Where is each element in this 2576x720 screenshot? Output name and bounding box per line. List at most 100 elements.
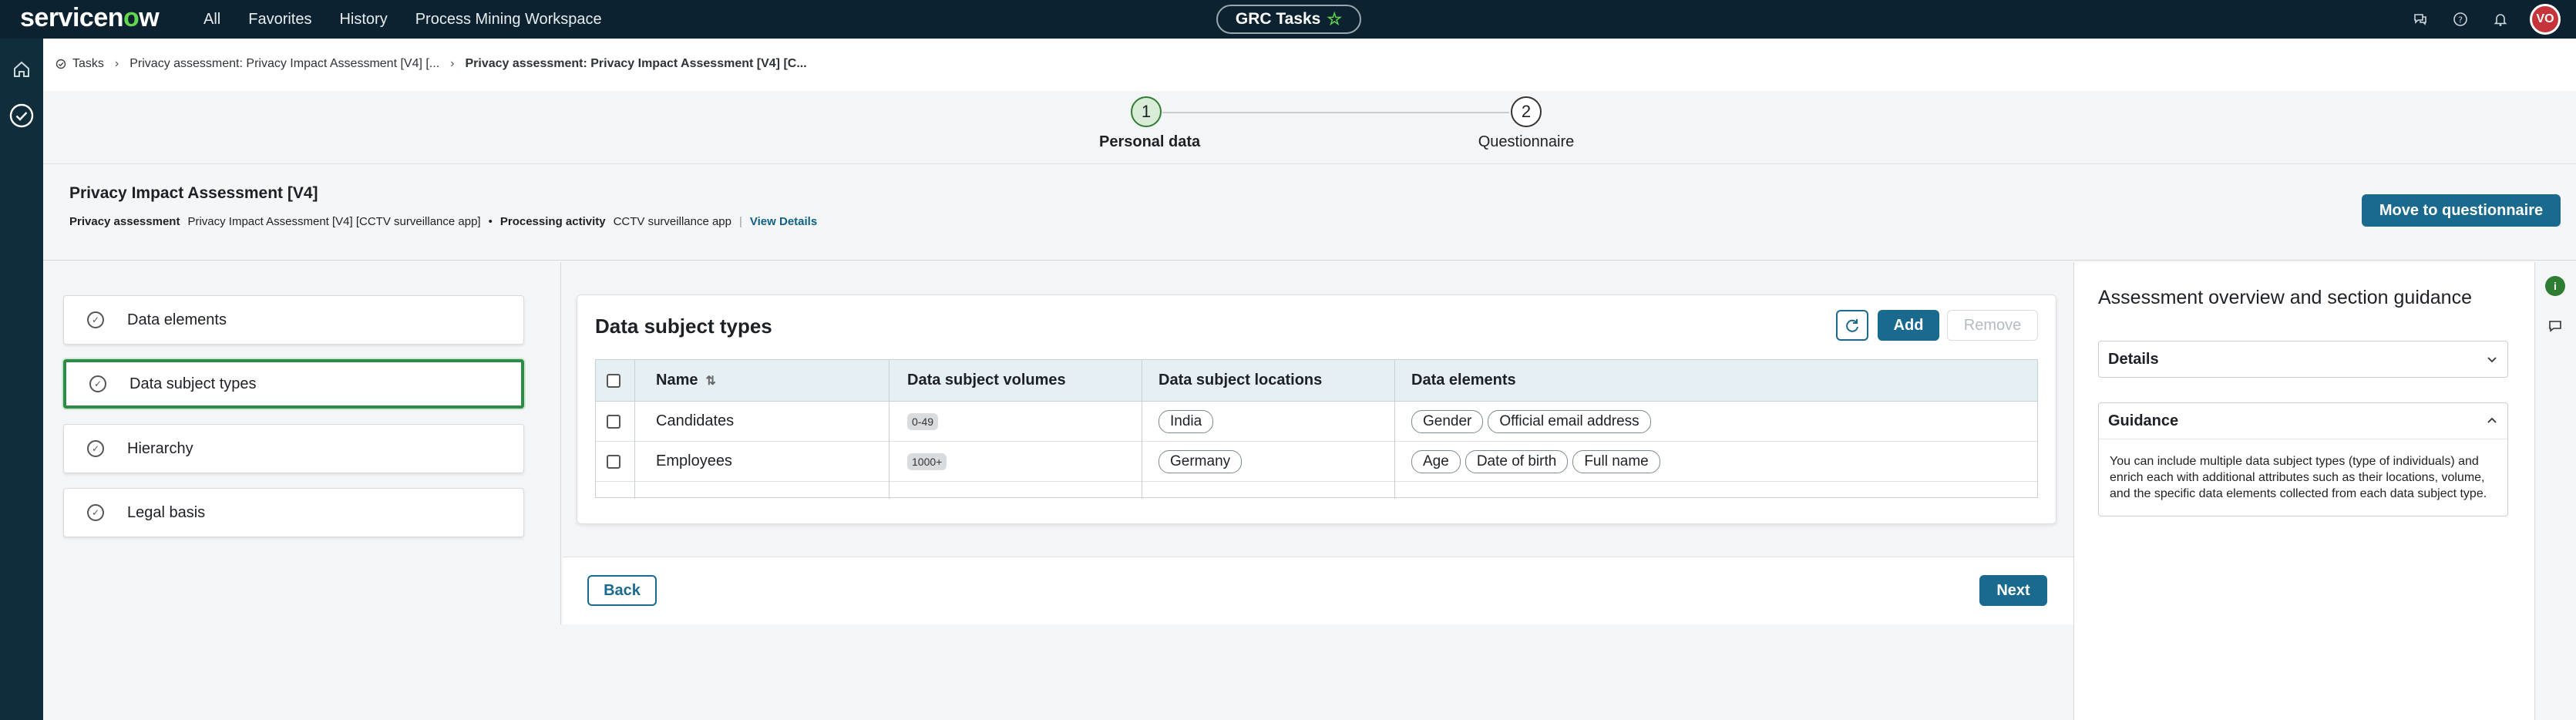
select-all-cell (607, 360, 620, 401)
workspace-pill[interactable]: GRC Tasks ☆ (1216, 5, 1361, 34)
meta-bullet: • (488, 215, 493, 228)
comment-icon[interactable] (2547, 318, 2564, 335)
data-element-tag: Official email address (1488, 409, 1651, 433)
refresh-button[interactable] (1836, 310, 1868, 341)
step-questionnaire[interactable]: 2 Questionnaire (1475, 96, 1577, 151)
help-icon[interactable]: ? (2451, 10, 2470, 29)
check-circle-icon: ✓ (87, 311, 104, 328)
step-2-number: 2 (1511, 96, 1542, 127)
location-tag: India (1159, 409, 1214, 433)
guidance-panel-title: Assessment overview and section guidance (2098, 287, 2472, 308)
select-all-checkbox[interactable] (607, 373, 620, 388)
column-locations[interactable]: Data subject locations (1159, 360, 1322, 401)
topbar-actions: ? VO (2389, 0, 2561, 39)
assessment-value: Privacy Impact Assessment [V4] [CCTV sur… (187, 215, 481, 228)
section-data-subject-types[interactable]: ✓ Data subject types (63, 359, 524, 409)
volume-badge: 0-49 (907, 412, 939, 430)
details-accordion-header[interactable]: Details (2099, 341, 2507, 377)
nav-favorites[interactable]: Favorites (248, 11, 311, 29)
remove-button[interactable]: Remove (1947, 310, 2038, 341)
next-button[interactable]: Next (1979, 575, 2047, 606)
data-element-tag: Date of birth (1465, 449, 1569, 473)
chevron-right-icon: › (450, 57, 455, 70)
location-tag: Germany (1159, 449, 1243, 473)
check-circle-icon: ✓ (87, 440, 104, 457)
column-data-elements[interactable]: Data elements (1411, 360, 1516, 401)
check-circle-icon: ✓ (87, 504, 104, 521)
main-nav: All Favorites History Process Mining Wor… (203, 0, 630, 39)
breadcrumb-area: Tasks › Privacy assessment: Privacy Impa… (43, 39, 2576, 91)
tasks-check-icon[interactable] (8, 102, 35, 130)
chat-icon[interactable] (2411, 10, 2430, 29)
column-divider (634, 360, 635, 499)
details-accordion[interactable]: Details (2098, 341, 2508, 378)
top-navigation-bar: servicenow All Favorites History Process… (0, 0, 2576, 39)
svg-text:?: ? (2458, 15, 2463, 25)
assessment-title: Privacy Impact Assessment [V4] (69, 184, 318, 202)
view-details-link[interactable]: View Details (750, 215, 817, 228)
data-element-tag: Full name (1572, 449, 1660, 473)
info-icon[interactable]: i (2545, 276, 2565, 296)
move-to-questionnaire-button[interactable]: Move to questionnaire (2362, 194, 2561, 227)
nav-all[interactable]: All (203, 11, 220, 29)
stepper-connector (1162, 112, 1509, 113)
back-button[interactable]: Back (587, 575, 657, 606)
row-name[interactable]: Employees (656, 442, 732, 481)
chevron-right-icon: › (114, 57, 119, 70)
chevron-down-icon (2487, 357, 2497, 363)
card-title: Data subject types (595, 315, 772, 338)
add-button[interactable]: Add (1878, 310, 1939, 341)
section-label: Hierarchy (127, 439, 193, 457)
chevron-up-icon (2487, 417, 2497, 423)
guidance-accordion[interactable]: Guidance You can include multiple data s… (2098, 402, 2508, 516)
task-circle-icon (55, 59, 66, 69)
table-header: Name ⇅ Data subject volumes Data subject … (596, 360, 2037, 402)
left-rail (0, 39, 43, 720)
row-checkbox[interactable] (607, 414, 620, 429)
meta-divider: | (739, 215, 742, 228)
breadcrumb: Tasks › Privacy assessment: Privacy Impa… (55, 57, 807, 71)
table-row[interactable]: Candidates 0-49 India Gender Official em… (596, 402, 2037, 442)
row-checkbox[interactable] (607, 454, 620, 469)
step-1-label: Personal data (1099, 133, 1201, 150)
step-2-label: Questionnaire (1478, 133, 1575, 150)
nav-history[interactable]: History (339, 11, 387, 29)
assessment-label: Privacy assessment (69, 215, 180, 228)
form-footer (563, 557, 2073, 624)
column-divider (1394, 360, 1395, 499)
breadcrumb-tasks[interactable]: Tasks (72, 57, 104, 71)
table-row[interactable]: Employees 1000+ Germany Age Date of birt… (596, 442, 2037, 482)
details-label: Details (2108, 350, 2159, 368)
guidance-accordion-header[interactable]: Guidance (2099, 403, 2507, 439)
guidance-text: You can include multiple data subject ty… (2099, 439, 2507, 516)
volume-badge: 1000+ (907, 453, 947, 470)
step-personal-data[interactable]: 1 Personal data (1099, 96, 1201, 151)
processing-activity-label: Processing activity (499, 215, 606, 228)
nav-process-mining-workspace[interactable]: Process Mining Workspace (415, 11, 602, 29)
row-name[interactable]: Candidates (656, 402, 734, 441)
section-label: Data subject types (129, 375, 257, 392)
column-name[interactable]: Name ⇅ (656, 360, 716, 401)
workspace-pill-label: GRC Tasks (1235, 10, 1321, 28)
sort-icon[interactable]: ⇅ (705, 373, 715, 389)
step-1-number: 1 (1131, 96, 1162, 127)
home-icon[interactable] (8, 56, 35, 83)
section-hierarchy[interactable]: ✓ Hierarchy (63, 424, 524, 473)
section-label: Data elements (127, 311, 227, 328)
bell-icon[interactable] (2491, 10, 2510, 29)
processing-activity-value: CCTV surveillance app (613, 215, 731, 228)
data-element-tag: Age (1411, 449, 1461, 473)
breadcrumb-assessment-parent[interactable]: Privacy assessment: Privacy Impact Asses… (129, 57, 439, 71)
servicenow-logo[interactable]: servicenow (20, 3, 160, 33)
breadcrumb-assessment-current: Privacy assessment: Privacy Impact Asses… (465, 57, 807, 70)
assessment-meta: Privacy assessment Privacy Impact Assess… (69, 215, 817, 228)
section-legal-basis[interactable]: ✓ Legal basis (63, 488, 524, 537)
check-circle-icon: ✓ (89, 375, 106, 392)
data-subject-table: Name ⇅ Data subject volumes Data subject … (595, 359, 2038, 499)
section-data-elements[interactable]: ✓ Data elements (63, 295, 524, 345)
data-element-tag: Gender (1411, 409, 1484, 433)
star-icon[interactable]: ☆ (1327, 9, 1342, 29)
column-volumes[interactable]: Data subject volumes (907, 360, 1066, 401)
user-avatar[interactable]: VO (2530, 4, 2561, 35)
section-label: Legal basis (127, 503, 206, 521)
